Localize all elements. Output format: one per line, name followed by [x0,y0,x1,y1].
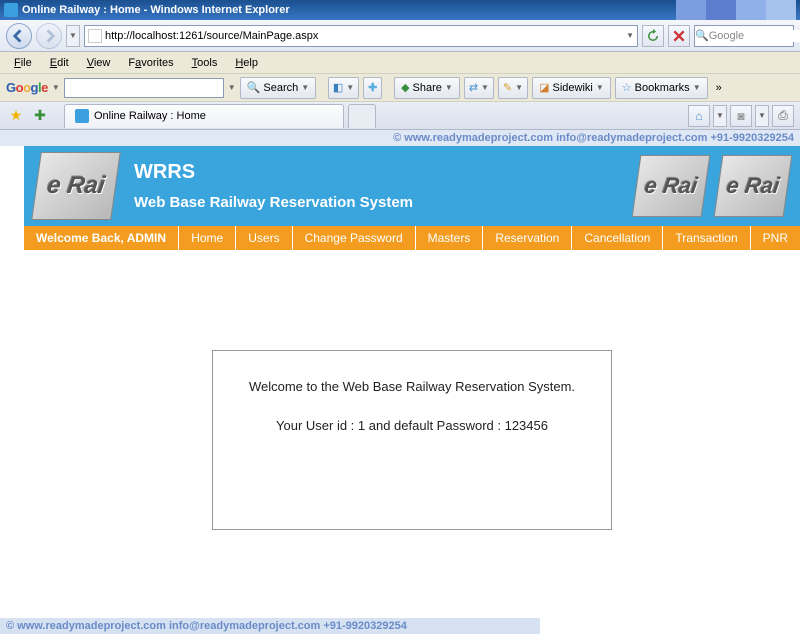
google-search-dropdown[interactable]: ▼ [228,83,236,92]
google-search-button[interactable]: 🔍 Search ▼ [240,77,316,99]
menu-help[interactable]: Help [227,55,266,71]
stop-icon [672,29,686,43]
new-tab-button[interactable] [348,104,376,128]
nav-pnr[interactable]: PNR [750,226,800,250]
rss-icon: ◙ [737,109,744,123]
ie-icon [75,109,89,123]
welcome-line2: Your User id : 1 and default Password : … [231,418,593,433]
menu-favorites[interactable]: Favorites [120,55,181,71]
watermark-bottom: © www.readymadeproject.com info@readymad… [0,618,800,634]
logo-right-1: e Rai [632,155,711,217]
banner-subtitle: Web Base Railway Reservation System [134,194,618,211]
nav-masters[interactable]: Masters [415,226,483,250]
menu-file[interactable]: File [6,55,40,71]
menu-tools[interactable]: Tools [184,55,226,71]
titlebar-accent [676,0,796,20]
window-title: Online Railway : Home - Windows Internet… [22,4,290,16]
nav-toolbar: ▼ ▼ 🔍 [0,20,800,52]
welcome-line1: Welcome to the Web Base Railway Reservat… [231,379,593,394]
share-icon: ◆ [401,81,409,94]
nav-change-password[interactable]: Change Password [292,226,415,250]
logo-right-2: e Rai [714,155,793,217]
google-more-button[interactable]: » [712,82,726,94]
google-bookmarks-button[interactable]: ☆ Bookmarks ▼ [615,77,708,99]
refresh-icon [646,29,660,43]
google-sidewiki-button[interactable]: ◪ Sidewiki ▼ [532,77,611,99]
google-share-button[interactable]: ◆ Share ▼ [394,77,460,99]
tab-bar: ★ ✚ Online Railway : Home ⌂ ▼ ◙ ▼ ⎙ [0,102,800,130]
banner: e Rai WRRS Web Base Railway Reservation … [24,146,800,226]
google-search-input[interactable] [64,78,224,98]
google-logo[interactable]: Google [6,80,48,95]
nav-transaction[interactable]: Transaction [662,226,749,250]
menu-bar: File Edit View Favorites Tools Help [0,52,800,74]
menu-edit[interactable]: Edit [42,55,77,71]
print-icon: ⎙ [778,108,788,123]
logo-left: e Rai [31,152,121,220]
search-box[interactable]: 🔍 [694,25,794,47]
search-icon: 🔍 [695,29,709,42]
arrow-left-icon [12,29,26,43]
google-menu-dropdown[interactable]: ▼ [52,83,60,92]
forward-button[interactable] [36,23,62,49]
nav-cancellation[interactable]: Cancellation [571,226,662,250]
google-share-label: Share [413,82,442,94]
back-button[interactable] [6,23,32,49]
ie-icon [4,3,18,17]
translate-icon: ⇄ [469,81,478,94]
address-bar[interactable]: ▼ [84,25,638,47]
sidebar-icon: ◧ [333,81,343,94]
sidewiki-icon: ◪ [539,81,549,94]
address-input[interactable] [105,30,623,42]
menu-view[interactable]: View [79,55,119,71]
page-icon [88,29,102,43]
google-toolbar: Google ▼ ▼ 🔍 Search ▼ · ◧▼ ✚ · ◆ Share ▼… [0,74,800,102]
autofill-icon: ✎ [503,81,512,94]
feeds-dropdown[interactable]: ▼ [755,105,769,127]
add-favorite-button[interactable]: ✚ [30,106,50,126]
home-dropdown[interactable]: ▼ [713,105,727,127]
google-translate-button[interactable]: ⇄▼ [464,77,494,99]
main-nav: Welcome Back, ADMIN Home Users Change Pa… [24,226,800,250]
home-icon: ⌂ [695,109,702,123]
google-sidebar-button[interactable]: ◧▼ [328,77,359,99]
search-input[interactable] [709,30,800,42]
page-content: © www.readymadeproject.com info@readymad… [0,130,800,530]
favorites-button[interactable]: ★ [6,106,26,126]
plus-icon: ✚ [368,81,377,94]
window-titlebar: Online Railway : Home - Windows Internet… [0,0,800,20]
banner-acronym: WRRS [134,161,618,184]
nav-home[interactable]: Home [178,226,235,250]
watermark-top: © www.readymadeproject.com info@readymad… [0,130,800,146]
google-search-label: Search [263,82,298,94]
address-dropdown[interactable]: ▼ [626,31,634,40]
nav-users[interactable]: Users [235,226,291,250]
refresh-button[interactable] [642,25,664,47]
google-plus-button[interactable]: ✚ [363,77,382,99]
google-sidewiki-label: Sidewiki [553,82,593,94]
tab-active[interactable]: Online Railway : Home [64,104,344,128]
home-button[interactable]: ⌂ [688,105,710,127]
welcome-box: Welcome to the Web Base Railway Reservat… [212,350,612,530]
nav-reservation[interactable]: Reservation [482,226,571,250]
search-icon: 🔍 [247,81,261,94]
bookmark-icon: ☆ [622,81,632,94]
print-button[interactable]: ⎙ [772,105,794,127]
tab-title: Online Railway : Home [94,110,206,122]
recent-pages-dropdown[interactable]: ▼ [66,25,80,47]
welcome-text: Welcome Back, ADMIN [24,231,178,245]
google-bookmarks-label: Bookmarks [635,82,690,94]
arrow-right-icon [42,29,56,43]
google-autofill-button[interactable]: ✎▼ [498,77,528,99]
stop-button[interactable] [668,25,690,47]
feeds-button[interactable]: ◙ [730,105,752,127]
